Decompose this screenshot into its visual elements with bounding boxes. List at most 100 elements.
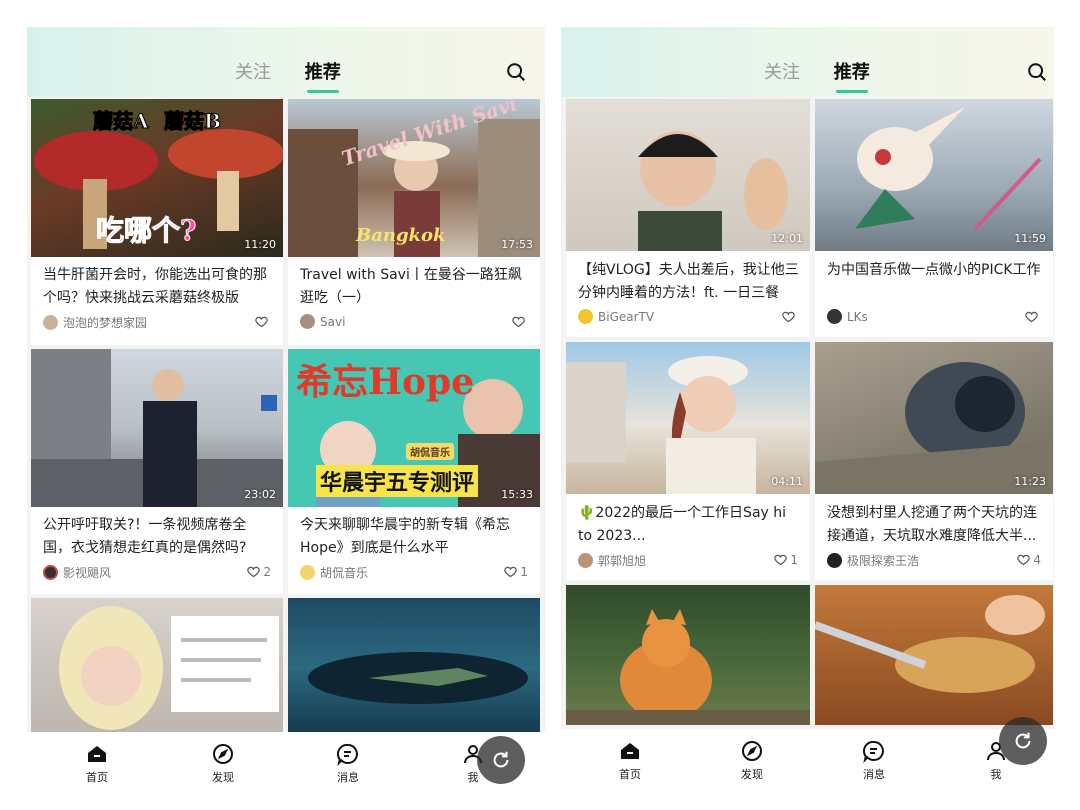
video-author: LKs: [827, 309, 868, 324]
search-icon[interactable]: [505, 61, 527, 83]
video-duration: 11:20: [244, 238, 276, 251]
video-card[interactable]: 11:59 为中国音乐做一点微小的PICK工作 LKs: [815, 99, 1053, 337]
video-card[interactable]: 23:02 公开呼吁取关?！一条视频席卷全国，衣戈猜想走红真的是偶然吗? 影视飓…: [31, 349, 283, 594]
video-card[interactable]: 希忘Hope 胡侃音乐 华晨宇五专测评 15:33 今天来聊聊华晨宇的新专辑《希…: [288, 349, 540, 594]
avatar: [43, 315, 58, 330]
like-count: 1: [790, 552, 798, 567]
video-card[interactable]: [288, 598, 540, 738]
video-thumbnail: 23:02: [31, 349, 283, 507]
nav-label: 我: [467, 771, 479, 784]
video-thumbnail: 11:59: [815, 99, 1053, 251]
right-phone-screen: 关注 推荐 12:01 【纯VLOG】夫人出差后，我让他三分钟内睡着的方法！ft…: [561, 27, 1054, 784]
top-bar: 关注 推荐: [27, 27, 545, 97]
video-card[interactable]: 11:23 没想到村里人挖通了两个天坑的连接通道，天坑取水难度降低大半... 极…: [815, 342, 1053, 580]
heart-icon: [1017, 554, 1031, 566]
compass-icon: [742, 741, 762, 761]
video-title: 为中国音乐做一点微小的PICK工作: [827, 262, 1041, 278]
like-button[interactable]: 4: [1016, 552, 1041, 567]
thumb-overlay-text: 希忘Hope: [296, 361, 475, 403]
bottom-tab-bar: 首页 发现 消息 我: [27, 732, 545, 787]
video-thumbnail: [31, 598, 283, 738]
video-card[interactable]: [815, 585, 1053, 725]
home-icon: [88, 746, 106, 762]
nav-label: 首页: [619, 768, 641, 781]
author-name: 胡侃音乐: [320, 566, 369, 580]
compass-icon: [213, 744, 233, 764]
video-card[interactable]: [31, 598, 283, 738]
video-author: BiGearTV: [578, 309, 654, 324]
video-author: Savi: [300, 314, 345, 329]
video-card[interactable]: 12:01 【纯VLOG】夫人出差后，我让他三分钟内睡着的方法！ft. 一日三餐…: [566, 99, 810, 337]
person-scene: [59, 606, 279, 730]
video-thumbnail: Travel With Savi Bangkok 17:53: [288, 99, 540, 257]
nav-label: 消息: [337, 771, 359, 784]
video-duration: 11:59: [1014, 232, 1046, 245]
nav-messages[interactable]: 消息: [844, 739, 904, 782]
video-author: 郭郭旭旭: [578, 552, 646, 569]
heart-icon: [255, 316, 268, 328]
like-button[interactable]: [1024, 309, 1041, 324]
author-name: 泡泡的梦想家园: [63, 316, 148, 330]
refresh-button[interactable]: [999, 717, 1047, 765]
like-button[interactable]: 1: [773, 552, 798, 567]
heart-icon: [504, 566, 518, 578]
like-button[interactable]: [781, 309, 798, 324]
refresh-button[interactable]: [477, 736, 525, 784]
video-title: 公开呼吁取关?！一条视频席卷全国，衣戈猜想走红真的是偶然吗?: [43, 517, 247, 556]
refresh-icon: [493, 751, 509, 768]
nav-messages[interactable]: 消息: [318, 742, 378, 785]
video-author: 影视飓风: [43, 564, 111, 581]
nav-label: 首页: [86, 771, 108, 784]
video-author: 胡侃音乐: [300, 564, 368, 581]
tab-following[interactable]: 关注: [235, 58, 271, 84]
avatar: [578, 309, 593, 324]
tab-recommended[interactable]: 推荐: [834, 58, 870, 93]
heart-icon: [1025, 311, 1038, 323]
video-thumbnail: 04:11: [566, 342, 810, 494]
like-count: 1: [520, 564, 528, 579]
video-card[interactable]: 04:11 🌵2022的最后一个工作日Say hi to 2023... 郭郭旭…: [566, 342, 810, 580]
nav-label: 我: [990, 768, 1002, 781]
message-icon: [863, 740, 884, 763]
avatar: [300, 314, 315, 329]
video-title: 当牛肝菌开会时，你能选出可食的那个吗？快来挑战云采蘑菇终极版: [43, 267, 267, 306]
avatar: [300, 565, 315, 580]
thumb-overlay-text: 蘑菇B: [164, 109, 222, 134]
video-thumbnail: 蘑菇A 蘑菇B 吃哪个? 11:20: [31, 99, 283, 257]
video-title: Travel with Savi丨在曼谷一路狂飙逛吃（一）: [300, 267, 522, 306]
video-title: 【纯VLOG】夫人出差后，我让他三分钟内睡着的方法！ft. 一日三餐: [578, 262, 799, 301]
video-card[interactable]: 蘑菇A 蘑菇B 吃哪个? 11:20 当牛肝菌开会时，你能选出可食的那个吗？快来…: [31, 99, 283, 345]
avatar: [578, 553, 593, 568]
author-name: Savi: [320, 314, 346, 329]
heart-icon: [247, 566, 261, 578]
home-icon: [621, 743, 639, 759]
like-button[interactable]: [511, 314, 528, 329]
video-thumbnail: [815, 585, 1053, 725]
search-icon[interactable]: [1026, 61, 1048, 83]
tab-recommended[interactable]: 推荐: [305, 58, 341, 93]
nav-discover[interactable]: 发现: [722, 739, 782, 782]
like-button[interactable]: 2: [246, 564, 271, 579]
nav-home[interactable]: 首页: [600, 739, 660, 782]
nav-home[interactable]: 首页: [67, 742, 127, 785]
like-button[interactable]: 1: [503, 564, 528, 579]
author-name: LKs: [847, 309, 868, 324]
video-duration: 17:53: [501, 238, 533, 251]
author-name: 郭郭旭旭: [598, 554, 647, 568]
feed-tabs: 关注 推荐: [764, 58, 898, 93]
avatar: [827, 309, 842, 324]
video-card[interactable]: Travel With Savi Bangkok 17:53 Travel wi…: [288, 99, 540, 345]
thumb-overlay-text: 胡侃音乐: [406, 443, 454, 460]
video-author: 泡泡的梦想家园: [43, 314, 147, 331]
cat-scene: [566, 609, 810, 725]
video-duration: 11:23: [1014, 475, 1046, 488]
video-card[interactable]: [566, 585, 810, 725]
author-name: 影视飓风: [63, 566, 112, 580]
nav-discover[interactable]: 发现: [193, 742, 253, 785]
nav-label: 发现: [212, 771, 234, 784]
video-thumbnail: 11:23: [815, 342, 1053, 494]
like-button[interactable]: [254, 314, 271, 329]
heart-icon: [774, 554, 788, 566]
tab-following[interactable]: 关注: [764, 58, 800, 84]
street-scene: [31, 349, 283, 507]
